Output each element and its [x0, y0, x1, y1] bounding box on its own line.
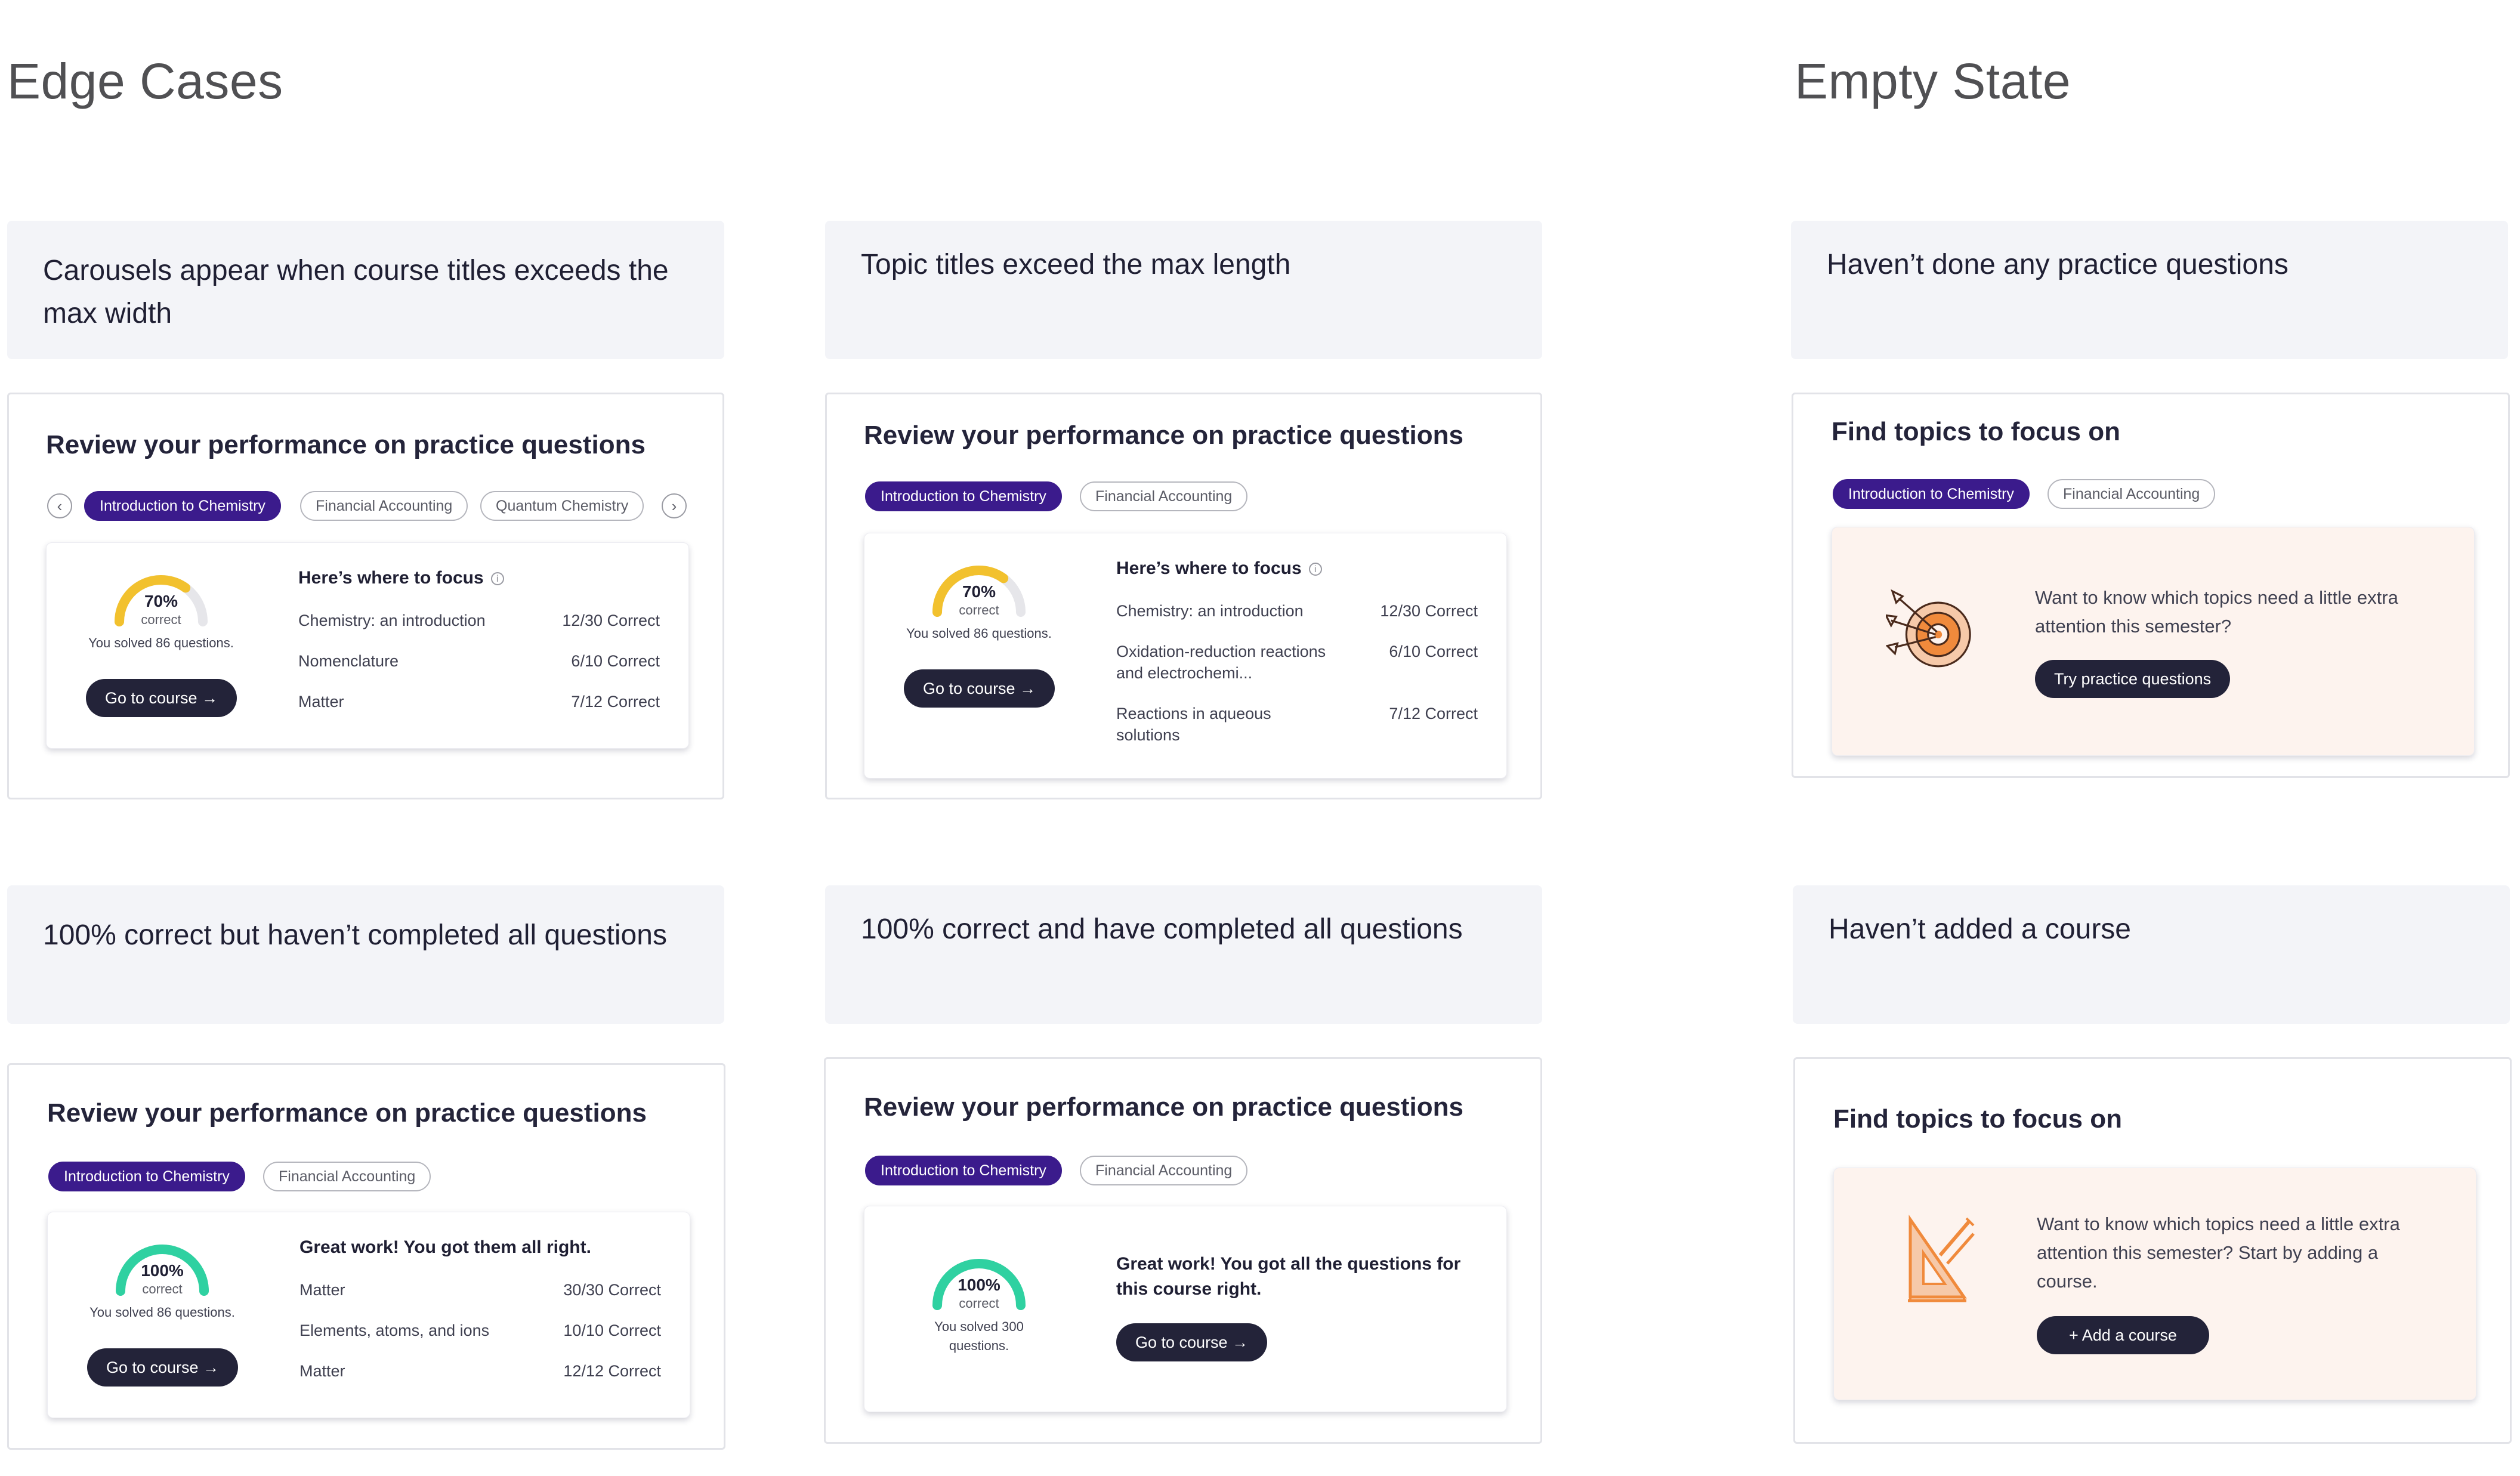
focus-heading-text: Here’s where to focus — [1116, 558, 1302, 578]
go-to-course-button[interactable]: Go to course → — [1116, 1323, 1268, 1361]
topic-score: 12/12 Correct — [563, 1362, 661, 1380]
label-no-practice: Haven’t done any practice questions — [1791, 221, 2508, 359]
performance-card: 100% correct You solved 86 questions. Go… — [47, 1212, 690, 1418]
topic-name: Chemistry: an introduction — [298, 612, 486, 629]
score-correct-label: correct — [959, 1296, 999, 1311]
empty-state-card: Want to know which topics need a little … — [1833, 1168, 2476, 1400]
empty-state-message: Want to know which topics need a little … — [2035, 587, 2398, 637]
panel-title: Review your performance on practice ques… — [864, 1092, 1463, 1122]
label-100-incomplete: 100% correct but haven’t completed all q… — [7, 885, 724, 1024]
topic-score: 12/30 Correct — [1380, 602, 1478, 620]
label-carousel: Carousels appear when course titles exce… — [7, 221, 724, 359]
score-correct-label: correct — [142, 1282, 183, 1296]
topic-name: Oxidation-reduction reactions and electr… — [1116, 643, 1326, 682]
topic-name: Matter — [299, 1281, 345, 1299]
panel-no-course: Find topics to focus on Want to know whi… — [1793, 1057, 2512, 1444]
topic-name: Chemistry: an introduction — [1116, 602, 1304, 620]
panel-long-topics: Review your performance on practice ques… — [825, 393, 1542, 799]
focus-heading: Here’s where to focus i — [298, 568, 504, 588]
course-pill-intro-chemistry[interactable]: Introduction to Chemistry — [865, 1156, 1062, 1185]
performance-card: 70% correct You solved 86 questions. Go … — [864, 533, 1507, 779]
score-percent: 100% — [958, 1276, 1000, 1294]
focus-heading: Here’s where to focus i — [1116, 558, 1322, 579]
focus-heading-text: Here’s where to focus — [298, 568, 484, 588]
great-work-heading: Great work! You got them all right. — [299, 1237, 591, 1257]
section-title-edge-cases: Edge Cases — [7, 53, 283, 109]
info-icon[interactable]: i — [490, 572, 504, 586]
course-pill-intro-chemistry[interactable]: Introduction to Chemistry — [84, 491, 281, 521]
course-pill-intro-chemistry[interactable]: Introduction to Chemistry — [865, 481, 1062, 511]
label-100-complete: 100% correct and have completed all ques… — [825, 885, 1542, 1024]
carousel-next-button[interactable]: › — [662, 493, 687, 518]
panel-title: Review your performance on practice ques… — [864, 421, 1463, 450]
performance-card: 100% correct You solved 300 questions. G… — [864, 1206, 1507, 1412]
topic-name: Nomenclature — [298, 652, 399, 670]
solved-count: You solved 86 questions. — [906, 626, 1052, 641]
topic-score: 6/10 Correct — [1389, 643, 1478, 660]
course-pill-financial-accounting[interactable]: Financial Accounting — [1080, 1156, 1248, 1185]
topic-score: 12/30 Correct — [562, 612, 660, 629]
try-practice-questions-button[interactable]: Try practice questions — [2035, 660, 2231, 698]
topic-name: Matter — [299, 1362, 345, 1380]
label-no-course: Haven’t added a course — [1793, 885, 2510, 1024]
add-course-button[interactable]: + Add a course — [2037, 1316, 2209, 1354]
score-percent: 70% — [144, 592, 178, 610]
target-illustration-icon — [1886, 589, 1971, 668]
panel-no-practice: Find topics to focus on Introduction to … — [1792, 393, 2510, 778]
course-pill-financial-accounting[interactable]: Financial Accounting — [2048, 479, 2216, 509]
course-pill-financial-accounting[interactable]: Financial Accounting — [263, 1162, 431, 1191]
topic-name: Reactions in aqueous solutions — [1116, 705, 1271, 744]
panel-title: Find topics to focus on — [1833, 1104, 2122, 1134]
score-percent: 70% — [962, 582, 996, 601]
course-pill-intro-chemistry[interactable]: Introduction to Chemistry — [48, 1162, 245, 1191]
section-title-empty-state: Empty State — [1795, 53, 2071, 109]
course-pill-intro-chemistry[interactable]: Introduction to Chemistry — [1833, 479, 2030, 509]
solved-count: You solved 86 questions. — [89, 1305, 235, 1320]
score-correct-label: correct — [141, 612, 181, 627]
panel-title: Review your performance on practice ques… — [47, 1098, 647, 1128]
topic-score: 30/30 Correct — [563, 1281, 661, 1299]
ruler-triangle-illustration-icon — [1908, 1214, 1975, 1302]
topic-score: 7/12 Correct — [571, 693, 660, 711]
panel-100-complete: Review your performance on practice ques… — [824, 1057, 1542, 1444]
panel-100-incomplete: Review your performance on practice ques… — [7, 1063, 725, 1450]
course-pill-financial-accounting[interactable]: Financial Accounting — [300, 491, 468, 521]
empty-state-card: Want to know which topics need a little … — [1832, 527, 2475, 756]
panel-title: Find topics to focus on — [1832, 417, 2120, 446]
topic-score: 6/10 Correct — [571, 652, 660, 670]
info-icon[interactable]: i — [1308, 563, 1322, 576]
topic-score: 7/12 Correct — [1389, 705, 1478, 722]
chevron-left-icon: ‹ — [57, 496, 63, 515]
topic-name: Matter — [298, 693, 344, 711]
topic-name: Elements, atoms, and ions — [299, 1321, 490, 1339]
solved-count: You solved 300 questions. — [934, 1319, 1024, 1353]
label-topic-titles: Topic titles exceed the max length — [825, 221, 1542, 359]
panel-carousel: Review your performance on practice ques… — [7, 393, 724, 799]
score-percent: 100% — [141, 1261, 184, 1280]
empty-state-message: Want to know which topics need a little … — [2037, 1213, 2400, 1292]
go-to-course-button[interactable]: Go to course → — [87, 1348, 239, 1387]
go-to-course-button[interactable]: Go to course → — [86, 679, 237, 717]
course-pill-financial-accounting[interactable]: Financial Accounting — [1080, 481, 1248, 511]
great-work-heading: Great work! You got all the questions fo… — [1116, 1254, 1461, 1299]
go-to-course-button[interactable]: Go to course → — [904, 669, 1055, 708]
course-pill-quantum-chemistry[interactable]: Quantum Chemistry — [480, 491, 644, 521]
score-correct-label: correct — [959, 603, 999, 617]
performance-card: 70% correct You solved 86 questions. Go … — [46, 542, 689, 749]
topic-score: 10/10 Correct — [563, 1321, 661, 1339]
carousel-prev-button[interactable]: ‹ — [47, 493, 72, 518]
solved-count: You solved 86 questions. — [88, 635, 234, 650]
panel-title: Review your performance on practice ques… — [46, 430, 646, 459]
chevron-right-icon: › — [671, 496, 677, 515]
